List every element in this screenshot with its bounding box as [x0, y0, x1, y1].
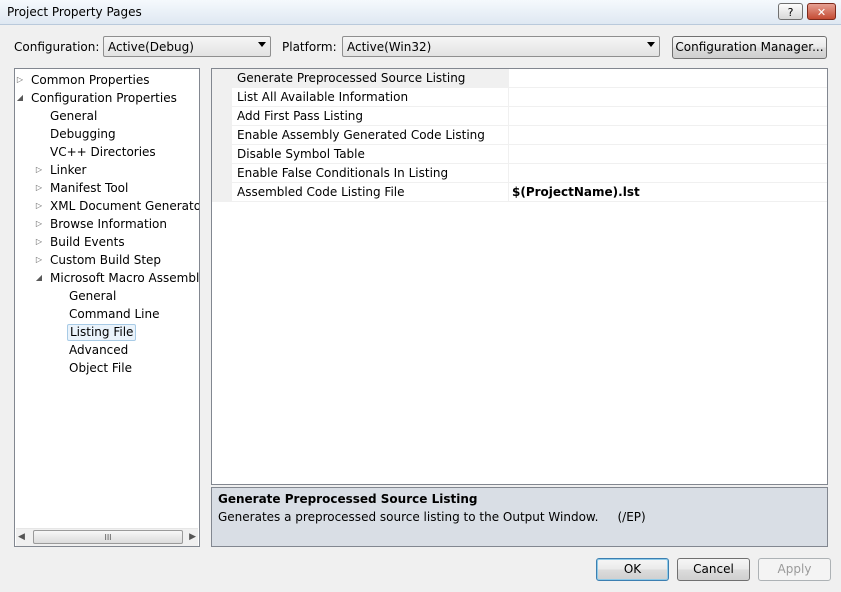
- tree-item-label: Custom Build Step: [50, 253, 162, 267]
- configuration-dropdown[interactable]: Active(Debug): [103, 36, 271, 57]
- ok-button[interactable]: OK: [596, 558, 669, 581]
- tree-item-label: Manifest Tool: [50, 181, 129, 195]
- row-gutter: [212, 107, 232, 125]
- chevron-down-icon: [647, 42, 655, 47]
- tree-item-label: Microsoft Macro Assembler: [50, 271, 200, 285]
- expand-arrow-icon[interactable]: ▷: [34, 197, 44, 215]
- property-value[interactable]: [508, 69, 827, 87]
- cancel-button[interactable]: Cancel: [677, 558, 750, 581]
- property-name: Add First Pass Listing: [237, 109, 364, 123]
- row-gutter: [212, 88, 232, 106]
- property-row[interactable]: Generate Preprocessed Source Listing: [212, 69, 827, 88]
- property-row[interactable]: Enable Assembly Generated Code Listing: [212, 126, 827, 145]
- property-row[interactable]: Assembled Code Listing File $(ProjectName…: [212, 183, 827, 202]
- scrollbar-thumb[interactable]: III: [33, 530, 183, 544]
- platform-value: Active(Win32): [347, 40, 432, 54]
- property-row[interactable]: List All Available Information: [212, 88, 827, 107]
- tree-item-label: General: [50, 109, 98, 123]
- property-grid[interactable]: Generate Preprocessed Source Listing List…: [211, 68, 828, 485]
- property-row[interactable]: Disable Symbol Table: [212, 145, 827, 164]
- expand-arrow-icon[interactable]: ▷: [34, 215, 44, 233]
- property-name: Enable False Conditionals In Listing: [237, 166, 449, 180]
- description-text: Generates a preprocessed source listing …: [218, 510, 646, 524]
- apply-button[interactable]: Apply: [758, 558, 831, 581]
- scroll-right-icon[interactable]: ▶: [189, 532, 196, 542]
- expand-arrow-icon[interactable]: ▷: [34, 179, 44, 197]
- platform-dropdown[interactable]: Active(Win32): [342, 36, 660, 57]
- expand-arrow-icon[interactable]: ▷: [34, 233, 44, 251]
- row-gutter: [212, 145, 232, 163]
- tree-item-label: Linker: [50, 163, 87, 177]
- row-gutter: [212, 126, 232, 144]
- tree-item-label: Build Events: [50, 235, 125, 249]
- window-title: Project Property Pages: [7, 5, 142, 19]
- property-value[interactable]: [508, 107, 827, 125]
- expand-arrow-icon[interactable]: ▷: [15, 71, 25, 89]
- property-name: Disable Symbol Table: [237, 147, 365, 161]
- tree-item-label: Browse Information: [50, 217, 167, 231]
- description-panel: Generate Preprocessed Source Listing Gen…: [211, 487, 828, 547]
- expand-arrow-icon[interactable]: ▷: [34, 161, 44, 179]
- row-gutter: [212, 164, 232, 182]
- property-tree[interactable]: ▷ Common Properties ◢ Configuration Propert…: [14, 68, 200, 547]
- scroll-left-icon[interactable]: ◀: [18, 532, 25, 542]
- property-value[interactable]: [508, 145, 827, 163]
- property-value[interactable]: $(ProjectName).lst: [508, 183, 827, 201]
- configuration-value: Active(Debug): [108, 40, 194, 54]
- collapse-arrow-icon[interactable]: ◢: [34, 269, 44, 287]
- description-title: Generate Preprocessed Source Listing: [218, 492, 478, 506]
- configuration-label: Configuration:: [14, 40, 100, 54]
- tree-item-label: Listing File: [67, 324, 137, 341]
- collapse-arrow-icon[interactable]: ◢: [15, 89, 25, 107]
- tree-item-label: Common Properties: [31, 73, 150, 87]
- tree-item-label: Advanced: [69, 343, 129, 357]
- close-icon[interactable]: ✕: [807, 3, 836, 20]
- platform-label: Platform:: [282, 40, 337, 54]
- tree-item-label: Command Line: [69, 307, 160, 321]
- tree-item-label: Debugging: [50, 127, 116, 141]
- property-value[interactable]: [508, 126, 827, 144]
- tree-item-label: XML Document Generator: [50, 199, 200, 213]
- property-value[interactable]: [508, 88, 827, 106]
- property-row[interactable]: Add First Pass Listing: [212, 107, 827, 126]
- title-bar: Project Property Pages ? ✕: [0, 0, 841, 25]
- row-gutter: [212, 69, 232, 87]
- chevron-down-icon: [258, 42, 266, 47]
- property-value[interactable]: [508, 164, 827, 182]
- tree-item-label: General: [69, 289, 117, 303]
- tree-horizontal-scrollbar[interactable]: ◀ III ▶: [16, 528, 198, 546]
- tree-item-label: Object File: [69, 361, 132, 375]
- expand-arrow-icon[interactable]: ▷: [34, 251, 44, 269]
- property-name: Generate Preprocessed Source Listing: [237, 71, 466, 85]
- tree-item-label: Configuration Properties: [31, 91, 177, 105]
- configuration-manager-button[interactable]: Configuration Manager...: [672, 36, 827, 59]
- property-name: Assembled Code Listing File: [237, 185, 405, 199]
- help-icon[interactable]: ?: [778, 3, 803, 20]
- row-gutter: [212, 183, 232, 201]
- property-row[interactable]: Enable False Conditionals In Listing: [212, 164, 827, 183]
- property-name: List All Available Information: [237, 90, 409, 104]
- property-name: Enable Assembly Generated Code Listing: [237, 128, 485, 142]
- tree-item-label: VC++ Directories: [50, 145, 156, 159]
